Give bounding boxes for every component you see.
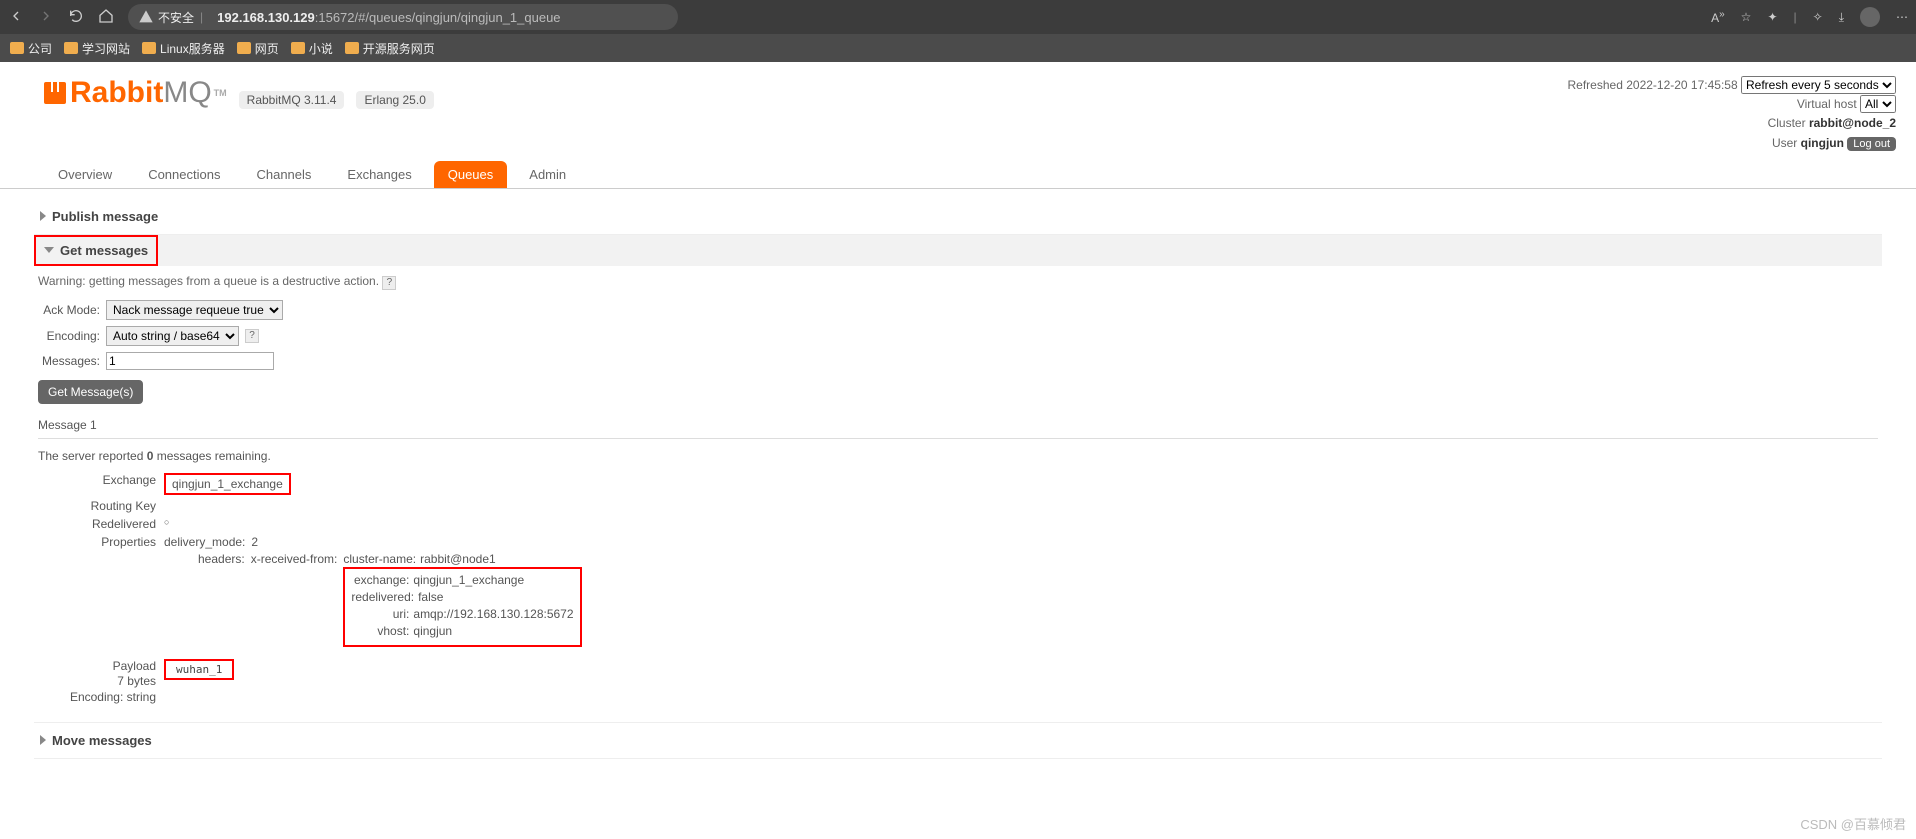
bookmarks-bar: 公司 学习网站 Linux服务器 网页 小说 开源服务网页: [0, 34, 1916, 62]
received-from-details: exchange:qingjun_1_exchange redelivered:…: [343, 567, 581, 647]
star-icon[interactable]: ☆: [1741, 10, 1752, 24]
rabbitmq-logo: RabbitMQTM: [44, 76, 227, 110]
back-icon[interactable]: [8, 8, 24, 27]
payload-label: Payload: [38, 659, 156, 675]
folder-icon: [291, 42, 305, 54]
refresh-interval-select[interactable]: Refresh every 5 seconds: [1741, 76, 1896, 94]
download-icon[interactable]: ⤓: [1839, 10, 1844, 25]
x-received-from-label: x-received-from:: [251, 552, 344, 566]
section-publish-message[interactable]: Publish message: [34, 199, 1882, 234]
address-bar[interactable]: 不安全 | 192.168.130.129:15672/#/queues/qin…: [128, 4, 678, 30]
payload-size: 7 bytes: [38, 674, 156, 690]
bookmark-item[interactable]: 开源服务网页: [345, 40, 435, 57]
forward-icon[interactable]: [38, 8, 54, 27]
help-icon[interactable]: ?: [382, 276, 396, 290]
folder-icon: [237, 42, 251, 54]
h-vhost-value: qingjun: [413, 624, 452, 638]
folder-icon: [142, 42, 156, 54]
chevron-right-icon: [40, 211, 46, 221]
routing-key-label: Routing Key: [38, 499, 164, 513]
encoding-label: Encoding:: [38, 329, 100, 343]
user-line: User qingjun Log out: [1568, 134, 1897, 153]
help-icon[interactable]: ?: [245, 329, 259, 343]
main-content: Publish message Get messages Warning: ge…: [0, 189, 1916, 759]
delivery-mode-label: delivery_mode:: [164, 535, 251, 549]
cluster-name-value: rabbit@node1: [420, 552, 496, 566]
payload-value: wuhan_1: [164, 659, 234, 680]
more-icon[interactable]: ⋯: [1896, 10, 1908, 24]
section-get-messages[interactable]: Get messages: [34, 235, 1882, 266]
bookmark-item[interactable]: 小说: [291, 40, 333, 57]
bookmark-item[interactable]: 公司: [10, 40, 52, 57]
tab-queues[interactable]: Queues: [434, 161, 508, 188]
messages-label: Messages:: [38, 354, 100, 368]
section-move-messages[interactable]: Move messages: [34, 723, 1882, 758]
warning-text: Warning: getting messages from a queue i…: [38, 274, 1878, 290]
folder-icon: [10, 42, 24, 54]
logo-icon: [44, 82, 66, 104]
chevron-down-icon: [44, 247, 54, 253]
refreshed-line: Refreshed 2022-12-20 17:45:58 Refresh ev…: [1568, 76, 1897, 95]
cluster-line: Cluster rabbit@node_2: [1568, 114, 1897, 133]
bookmark-item[interactable]: Linux服务器: [142, 40, 225, 57]
exchange-value: qingjun_1_exchange: [164, 473, 291, 495]
text-size-icon[interactable]: A»: [1711, 9, 1725, 25]
tab-exchanges[interactable]: Exchanges: [333, 161, 425, 188]
logout-button[interactable]: Log out: [1847, 137, 1896, 151]
payload-encoding: Encoding: string: [38, 690, 156, 706]
h-exchange-value: qingjun_1_exchange: [413, 573, 524, 587]
tab-channels[interactable]: Channels: [242, 161, 325, 188]
encoding-select[interactable]: Auto string / base64: [106, 326, 239, 346]
folder-icon: [345, 42, 359, 54]
erlang-version-badge: Erlang 25.0: [356, 91, 433, 109]
tab-admin[interactable]: Admin: [515, 161, 580, 188]
folder-icon: [64, 42, 78, 54]
bookmark-item[interactable]: 网页: [237, 40, 279, 57]
tab-connections[interactable]: Connections: [134, 161, 234, 188]
properties-label: Properties: [38, 535, 164, 549]
messages-count-input[interactable]: [106, 352, 274, 370]
app-header: RabbitMQTM RabbitMQ 3.11.4 Erlang 25.0 R…: [0, 62, 1916, 153]
favorites-icon[interactable]: ✧: [1813, 10, 1823, 24]
h-exchange-label: exchange:: [351, 573, 413, 587]
profile-avatar[interactable]: [1860, 7, 1880, 27]
cluster-name-label: cluster-name:: [343, 552, 420, 566]
delivery-mode-value: 2: [251, 535, 258, 549]
ack-mode-select[interactable]: Nack message requeue true: [106, 300, 283, 320]
h-redelivered-value: false: [418, 590, 443, 604]
h-uri-value: amqp://192.168.130.128:5672: [413, 607, 573, 621]
vhost-line: Virtual host All: [1568, 95, 1897, 114]
message-header: Message 1: [38, 418, 1878, 439]
watermark: CSDN @百慕倾君: [1800, 814, 1906, 833]
rmq-version-badge: RabbitMQ 3.11.4: [239, 91, 345, 109]
redelivered-value: ○: [164, 517, 169, 527]
h-redelivered-label: redelivered:: [351, 590, 418, 604]
extension-icon[interactable]: ✦: [1767, 10, 1777, 24]
get-messages-button[interactable]: Get Message(s): [38, 380, 143, 404]
h-vhost-label: vhost:: [351, 624, 413, 638]
refresh-icon[interactable]: [68, 8, 84, 27]
tab-overview[interactable]: Overview: [44, 161, 126, 188]
redelivered-label: Redelivered: [38, 517, 164, 531]
split-icon[interactable]: |: [1794, 10, 1797, 24]
vhost-select[interactable]: All: [1860, 95, 1896, 113]
insecure-icon: 不安全: [138, 9, 194, 26]
bookmark-item[interactable]: 学习网站: [64, 40, 130, 57]
home-icon[interactable]: [98, 8, 114, 27]
remaining-text: The server reported 0 messages remaining…: [38, 449, 1878, 463]
h-uri-label: uri:: [351, 607, 413, 621]
main-tabs: Overview Connections Channels Exchanges …: [0, 153, 1916, 189]
headers-label: headers:: [164, 552, 251, 566]
ack-mode-label: Ack Mode:: [38, 303, 100, 317]
exchange-label: Exchange: [38, 473, 164, 487]
browser-toolbar: 不安全 | 192.168.130.129:15672/#/queues/qin…: [0, 0, 1916, 34]
url-text: 192.168.130.129:15672/#/queues/qingjun/q…: [217, 10, 560, 25]
chevron-right-icon: [40, 735, 46, 745]
